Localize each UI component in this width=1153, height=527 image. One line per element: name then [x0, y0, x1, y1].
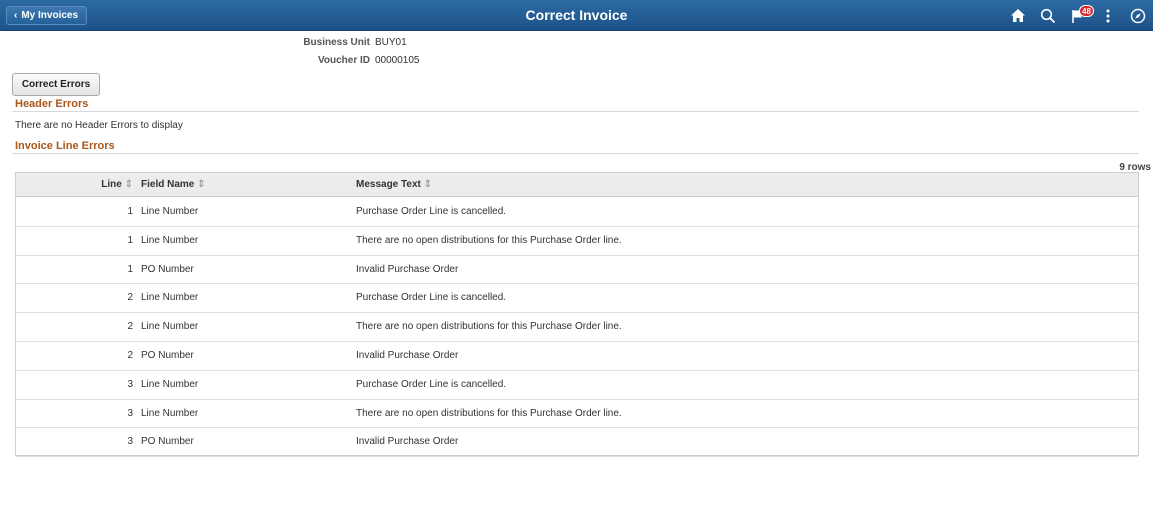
banner: ‹ My Invoices Correct Invoice 48: [0, 0, 1153, 31]
voucher-id-value: 00000105: [375, 55, 420, 66]
column-header-message-text-label: Message Text: [356, 179, 421, 190]
divider: [12, 153, 1139, 154]
field-name-cell: Line Number: [141, 234, 199, 246]
line-cell: 2: [127, 292, 133, 304]
table-row: 2 Line Number Purchase Order Line is cance…: [16, 284, 1138, 314]
divider: [12, 111, 1139, 112]
line-cell: 2: [127, 350, 133, 361]
table-row: 1 PO Number Invalid Purchase Order: [16, 256, 1138, 285]
message-text-cell: Invalid Purchase Order: [356, 436, 459, 448]
search-icon: [1040, 8, 1056, 23]
business-unit-label: Business Unit: [303, 37, 370, 48]
column-header-field-name[interactable]: Field Name ⇕: [141, 173, 206, 197]
line-cell: 2: [127, 321, 133, 333]
message-text-cell: There are no open distributions for this…: [356, 321, 622, 333]
line-cell: 3: [127, 407, 133, 419]
field-name-cell: Line Number: [141, 206, 199, 217]
table-row: 1 Line Number There are no open distributi…: [16, 227, 1138, 256]
header-errors-title: Header Errors: [15, 98, 89, 110]
sort-icon: ⇕: [197, 179, 206, 190]
business-unit-value: BUY01: [375, 37, 407, 48]
more-options-icon: [1106, 9, 1110, 22]
search-button[interactable]: [1033, 0, 1063, 31]
column-header-line[interactable]: Line ⇕: [16, 173, 133, 197]
back-button[interactable]: ‹ My Invoices: [6, 6, 88, 25]
table-row: 3 PO Number Invalid Purchase Order: [16, 428, 1138, 458]
actions-menu-button[interactable]: [1093, 0, 1123, 31]
home-button[interactable]: [1003, 0, 1033, 31]
banner-toolbar: 48: [1003, 0, 1153, 31]
line-cell: 1: [127, 234, 133, 246]
table-row: 3 Line Number There are no open distributi…: [16, 400, 1138, 429]
message-text-cell: Invalid Purchase Order: [356, 350, 459, 361]
line-cell: 3: [127, 436, 133, 448]
correct-errors-button[interactable]: Correct Errors: [12, 73, 100, 96]
field-name-cell: Line Number: [141, 321, 199, 333]
navbar-button[interactable]: [1123, 0, 1153, 31]
column-header-field-name-label: Field Name: [141, 179, 195, 190]
message-text-cell: There are no open distributions for this…: [356, 407, 622, 419]
table-row: 2 PO Number Invalid Purchase Order: [16, 342, 1138, 371]
page-title: Correct Invoice: [525, 7, 628, 23]
column-header-message-text[interactable]: Message Text ⇕: [356, 173, 432, 197]
table-row: 2 Line Number There are no open distributi…: [16, 313, 1138, 342]
chevron-left-icon: ‹: [14, 10, 18, 21]
line-cell: 3: [127, 378, 133, 390]
line-cell: 1: [127, 206, 133, 217]
field-name-cell: Line Number: [141, 407, 199, 419]
line-cell: 1: [127, 263, 133, 275]
message-text-cell: Invalid Purchase Order: [356, 263, 459, 275]
sort-icon: ⇕: [124, 179, 133, 190]
header-errors-message: There are no Header Errors to display: [15, 120, 183, 131]
message-text-cell: There are no open distributions for this…: [356, 234, 622, 246]
voucher-id-label: Voucher ID: [317, 55, 370, 66]
field-name-cell: Line Number: [141, 292, 199, 304]
field-name-cell: PO Number: [141, 263, 194, 275]
back-button-label: My Invoices: [21, 10, 79, 21]
navbar-compass-icon: [1130, 8, 1146, 23]
message-text-cell: Purchase Order Line is cancelled.: [356, 292, 507, 304]
sort-icon: ⇕: [423, 179, 433, 190]
notifications-button[interactable]: 48: [1063, 0, 1094, 31]
table-row: 3 Line Number Purchase Order Line is cance…: [16, 371, 1138, 400]
home-icon: [1011, 9, 1025, 22]
notification-badge: 48: [1079, 5, 1094, 17]
invoice-line-errors-grid: Line ⇕ Field Name ⇕ Message Text ⇕ 1 Line…: [15, 172, 1139, 458]
message-text-cell: Purchase Order Line is cancelled.: [356, 378, 507, 390]
field-name-cell: PO Number: [141, 436, 194, 448]
message-text-cell: Purchase Order Line is cancelled.: [356, 206, 507, 217]
table-row: 1 Line Number Purchase Order Line is cance…: [16, 198, 1138, 227]
field-name-cell: Line Number: [141, 378, 199, 390]
grid-header: Line ⇕ Field Name ⇕ Message Text ⇕: [16, 173, 1138, 197]
field-name-cell: PO Number: [141, 350, 194, 361]
column-header-line-label: Line: [101, 179, 122, 190]
invoice-line-errors-title: Invoice Line Errors: [15, 140, 115, 152]
